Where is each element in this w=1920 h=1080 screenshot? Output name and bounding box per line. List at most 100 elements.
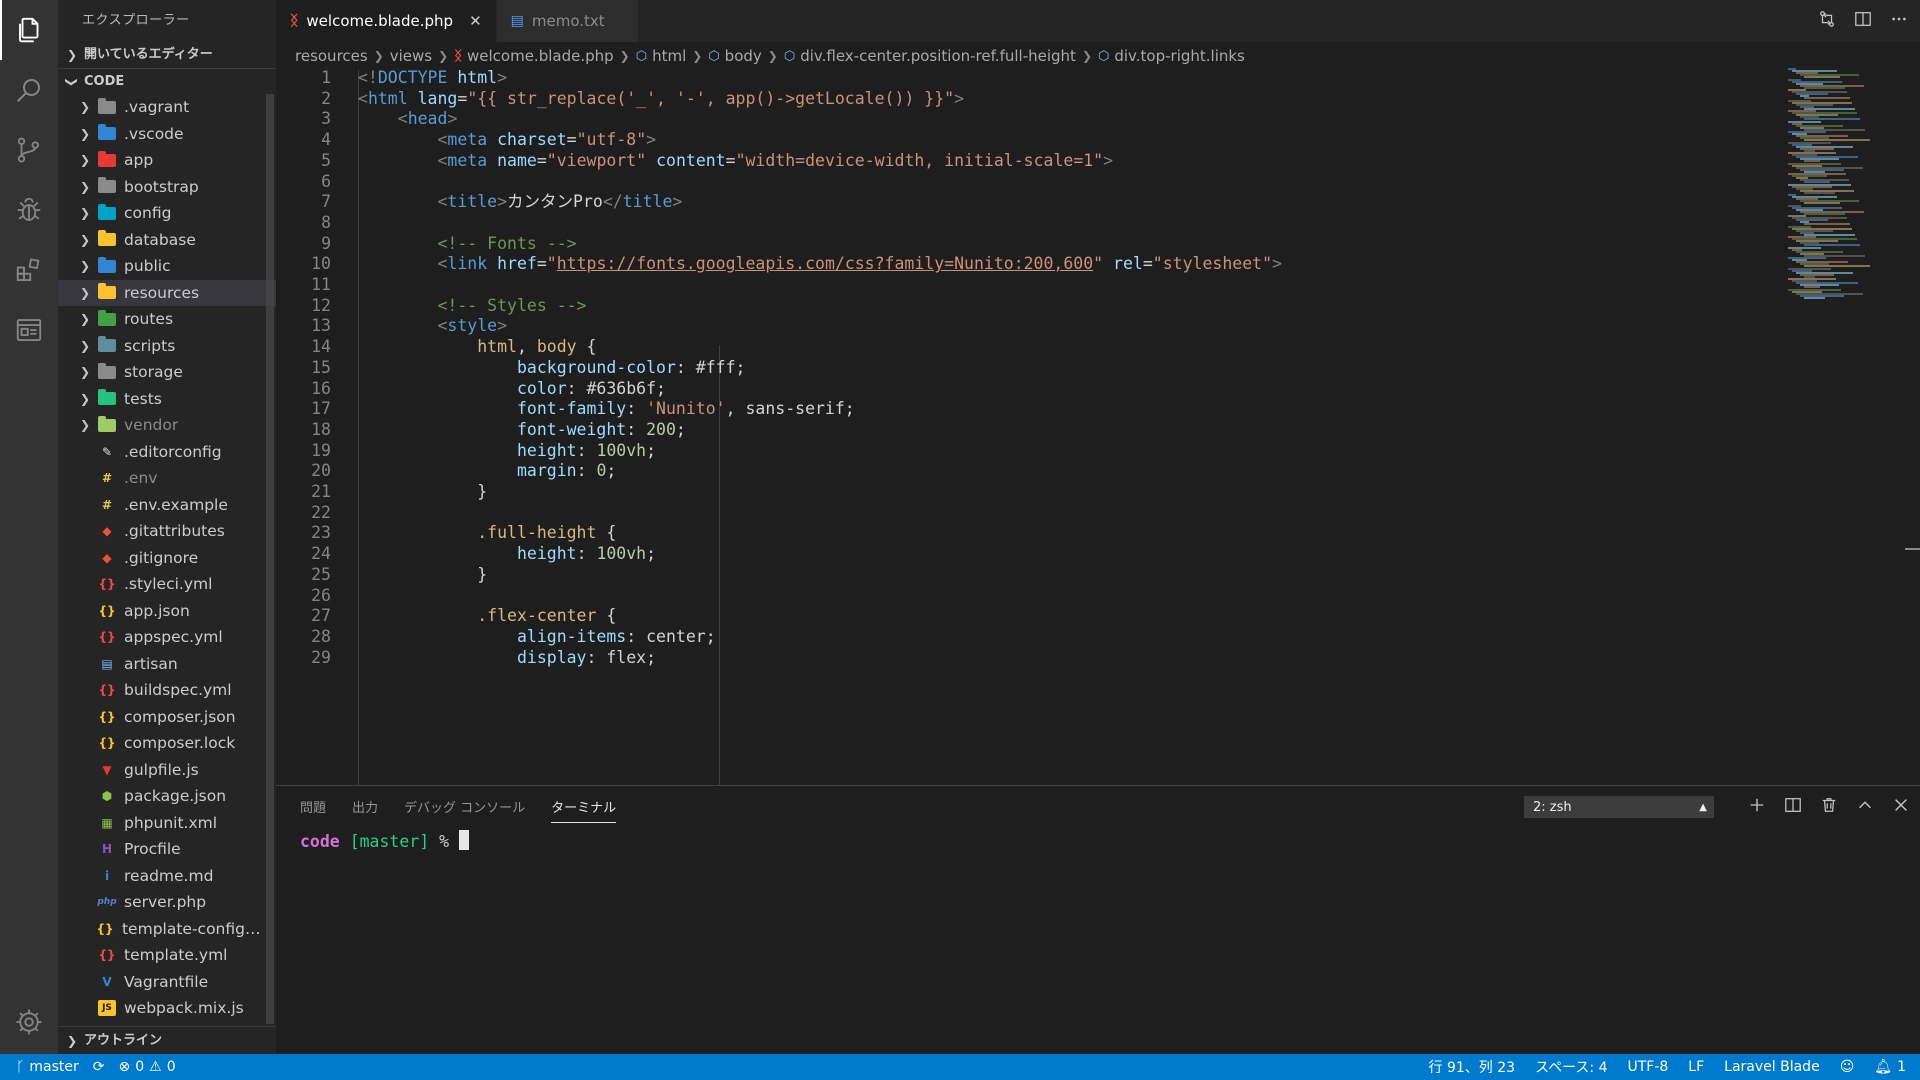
terminal-select[interactable]: 2: zsh ▲: [1524, 796, 1714, 818]
close-icon[interactable]: [1892, 796, 1910, 818]
debug-icon[interactable]: [0, 180, 58, 240]
file-item[interactable]: ❯phpserver.php: [58, 889, 276, 916]
file-item[interactable]: ❯▦phpunit.xml: [58, 810, 276, 837]
breadcrumb-item[interactable]: div.flex-center.position-ref.full-height: [800, 47, 1076, 65]
minimap[interactable]: [1786, 68, 1906, 788]
folder-item[interactable]: ❯ database: [58, 227, 276, 254]
settings-gear-icon[interactable]: [0, 992, 58, 1052]
extensions-icon[interactable]: [0, 240, 58, 300]
trash-icon[interactable]: [1820, 796, 1838, 818]
breadcrumb-item[interactable]: resources: [295, 47, 368, 65]
breadcrumb-item[interactable]: body: [725, 47, 762, 65]
split-editor-icon[interactable]: [1854, 10, 1872, 32]
file-item[interactable]: ❯✎.editorconfig: [58, 439, 276, 466]
language-mode[interactable]: Laravel Blade: [1724, 1059, 1820, 1075]
file-item[interactable]: ❯▼gulpfile.js: [58, 757, 276, 784]
search-icon[interactable]: [0, 60, 58, 120]
chevron-right-icon: ❯: [79, 179, 91, 194]
notifications[interactable]: 🔔︎ 1: [1874, 1059, 1906, 1075]
file-item[interactable]: ❯▤artisan: [58, 651, 276, 678]
file-item[interactable]: ❯#.env: [58, 465, 276, 492]
tab-debug-console[interactable]: デバッグ コンソール: [404, 797, 525, 816]
more-actions-icon[interactable]: [1890, 10, 1908, 32]
editor-scrollbar[interactable]: [1905, 548, 1920, 550]
file-item[interactable]: ❯JSwebpack.mix.js: [58, 995, 276, 1022]
file-item[interactable]: ❯{}.styleci.yml: [58, 571, 276, 598]
folder-item[interactable]: ❯ bootstrap: [58, 174, 276, 201]
file-item[interactable]: ❯ireadme.md: [58, 863, 276, 890]
folder-item[interactable]: ❯ public: [58, 253, 276, 280]
file-item[interactable]: ❯VVagrantfile: [58, 969, 276, 996]
sync-status[interactable]: ⟳: [93, 1059, 105, 1075]
outline-section[interactable]: ❯ アウトライン: [58, 1026, 276, 1054]
tab-terminal[interactable]: ターミナル: [551, 790, 617, 823]
code-token: 200: [646, 419, 676, 439]
tab-problems[interactable]: 問題: [300, 797, 326, 816]
folder-item[interactable]: ❯ .vscode: [58, 121, 276, 148]
file-item[interactable]: ❯{}composer.json: [58, 704, 276, 731]
problems-status[interactable]: ⊗ 0 ⚠ 0: [119, 1059, 176, 1075]
maximize-panel-icon[interactable]: [1856, 796, 1874, 818]
sidebar-scrollbar[interactable]: [266, 94, 274, 1024]
tab-memo[interactable]: ▤ memo.txt: [496, 0, 639, 42]
file-item[interactable]: ❯{}appspec.yml: [58, 624, 276, 651]
indentation[interactable]: スペース: 4: [1535, 1057, 1607, 1077]
tab-label: memo.txt: [531, 12, 605, 30]
code-token: content: [656, 150, 726, 170]
explorer-icon[interactable]: [0, 0, 58, 60]
folder-icon: [98, 177, 116, 195]
feedback-icon[interactable]: ☺: [1840, 1059, 1855, 1075]
select-arrow-icon: ▲: [1699, 802, 1707, 813]
folder-item[interactable]: ❯ .vagrant: [58, 94, 276, 121]
folder-item[interactable]: ❯ resources: [58, 279, 276, 306]
open-changes-icon[interactable]: [1818, 10, 1836, 32]
folder-item[interactable]: ❯ routes: [58, 306, 276, 333]
code-token: {: [596, 523, 617, 543]
code-token: charset: [497, 130, 567, 150]
code-token: .flex-center: [477, 606, 597, 626]
add-icon[interactable]: [1748, 796, 1766, 818]
breadcrumb-item[interactable]: welcome.blade.php: [467, 47, 614, 65]
split-terminal-icon[interactable]: [1784, 796, 1802, 818]
cursor-position[interactable]: 行 91、列 23: [1429, 1057, 1516, 1077]
file-item[interactable]: ❯{}template.yml: [58, 942, 276, 969]
encoding[interactable]: UTF-8: [1627, 1059, 1668, 1075]
folder-item[interactable]: ❯ config: [58, 200, 276, 227]
git-branch-status[interactable]: ᚴ master: [16, 1059, 79, 1075]
file-item[interactable]: ❯{}template-configura...: [58, 916, 276, 943]
folder-item[interactable]: ❯ vendor: [58, 412, 276, 439]
code-root-section[interactable]: ❯ CODE: [58, 68, 276, 94]
source-control-icon[interactable]: [0, 120, 58, 180]
bottom-panel: 問題 出力 デバッグ コンソール ターミナル 2: zsh ▲ code [ma…: [276, 785, 1920, 1054]
folder-item[interactable]: ❯ tests: [58, 386, 276, 413]
file-item[interactable]: ❯◆.gitignore: [58, 545, 276, 572]
file-item[interactable]: ❯{}composer.lock: [58, 730, 276, 757]
file-item[interactable]: ❯#.env.example: [58, 492, 276, 519]
breadcrumb-item[interactable]: views: [390, 47, 432, 65]
breadcrumb-item[interactable]: div.top-right.links: [1114, 47, 1245, 65]
remote-icon[interactable]: [0, 300, 58, 360]
close-icon[interactable]: ✕: [469, 12, 482, 30]
tab-output[interactable]: 出力: [352, 797, 378, 816]
code-line[interactable]: 29 display: flex;: [276, 645, 1776, 670]
file-item[interactable]: ❯⬢package.json: [58, 783, 276, 810]
folder-item[interactable]: ❯ app: [58, 147, 276, 174]
folder-item[interactable]: ❯ scripts: [58, 333, 276, 360]
code-token: <: [437, 192, 448, 212]
code-token: html: [477, 337, 517, 357]
file-item[interactable]: ❯HProcfile: [58, 836, 276, 863]
tree-item-label: template-configura...: [121, 919, 262, 938]
folder-item[interactable]: ❯ storage: [58, 359, 276, 386]
breadcrumb-item[interactable]: html: [652, 47, 686, 65]
open-editors-section[interactable]: ❯ 開いているエディター: [58, 42, 276, 68]
file-item[interactable]: ❯{}buildspec.yml: [58, 677, 276, 704]
terminal-prompt[interactable]: code [master] %: [300, 830, 469, 851]
tab-welcome-blade[interactable]: ᛝ welcome.blade.php ✕: [276, 0, 497, 42]
code-token: =: [725, 150, 736, 170]
file-item[interactable]: ❯◆.gitattributes: [58, 518, 276, 545]
file-item[interactable]: ❯{}app.json: [58, 598, 276, 625]
code-editor[interactable]: 1 <!DOCTYPE html> 2 <html lang="{{ str_repl…: [276, 70, 1783, 785]
chevron-right-icon: ❯: [79, 365, 91, 380]
end-of-line[interactable]: LF: [1688, 1059, 1704, 1075]
outline-label: アウトライン: [84, 1032, 163, 1048]
